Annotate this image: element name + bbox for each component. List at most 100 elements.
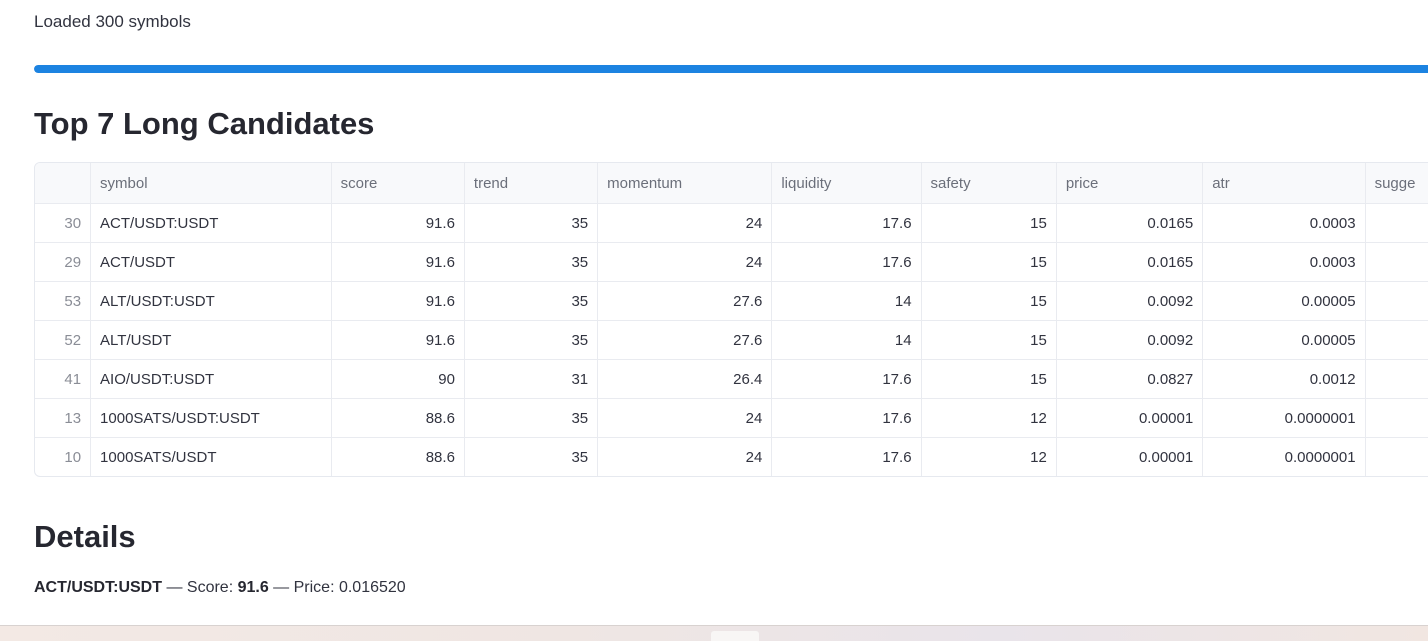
safety-cell[interactable]: 15 (921, 203, 1057, 243)
table-row[interactable]: 53 ALT/USDT:USDT 91.6 35 27.6 14 15 0.0092 0.000… (35, 281, 1428, 321)
row-index-cell[interactable]: 53 (35, 281, 92, 321)
safety-cell[interactable]: 12 (921, 437, 1057, 476)
price-cell[interactable]: 0.0165 (1056, 203, 1204, 243)
trend-cell[interactable]: 35 (464, 242, 599, 282)
safety-cell[interactable]: 15 (921, 320, 1057, 360)
table-row[interactable]: 41 AIO/USDT:USDT 90 31 26.4 17.6 15 0.0827 0.001… (35, 359, 1428, 399)
column-header-symbol[interactable]: symbol (90, 163, 332, 204)
candidates-table[interactable]: symbol score trend momentum liquidity sa… (34, 162, 1428, 477)
symbol-cell[interactable]: AIO/USDT:USDT (90, 359, 332, 399)
atr-cell[interactable]: 0.0003 (1202, 242, 1366, 282)
taskbar-button[interactable] (711, 631, 759, 641)
price-cell[interactable]: 0.0092 (1056, 281, 1204, 321)
details-score-label: — Score: (162, 579, 238, 596)
row-index-cell[interactable]: 29 (35, 242, 92, 282)
progress-bar (34, 65, 1428, 73)
trend-cell[interactable]: 31 (464, 359, 599, 399)
column-header-momentum[interactable]: momentum (597, 163, 773, 204)
momentum-cell[interactable]: 26.4 (597, 359, 773, 399)
sugge-cell[interactable] (1365, 281, 1428, 321)
details-score-value: 91.6 (237, 579, 269, 596)
trend-cell[interactable]: 35 (464, 320, 599, 360)
symbol-cell[interactable]: ACT/USDT:USDT (90, 203, 332, 243)
column-header-atr[interactable]: atr (1202, 163, 1366, 204)
symbol-cell[interactable]: ALT/USDT (90, 320, 332, 360)
column-header-price[interactable]: price (1056, 163, 1204, 204)
atr-cell[interactable]: 0.00005 (1202, 320, 1366, 360)
price-cell[interactable]: 0.0827 (1056, 359, 1204, 399)
score-cell[interactable]: 91.6 (331, 242, 465, 282)
atr-cell[interactable]: 0.0012 (1202, 359, 1366, 399)
momentum-cell[interactable]: 24 (597, 398, 773, 438)
table-header-row: symbol score trend momentum liquidity sa… (35, 163, 1428, 204)
price-cell[interactable]: 0.0092 (1056, 320, 1204, 360)
liquidity-cell[interactable]: 14 (771, 320, 922, 360)
column-header-liquidity[interactable]: liquidity (771, 163, 922, 204)
table-row[interactable]: 52 ALT/USDT 91.6 35 27.6 14 15 0.0092 0.00005 (35, 320, 1428, 360)
safety-cell[interactable]: 12 (921, 398, 1057, 438)
momentum-cell[interactable]: 27.6 (597, 320, 773, 360)
os-taskbar (0, 625, 1428, 641)
score-cell[interactable]: 88.6 (331, 437, 465, 476)
row-index-cell[interactable]: 10 (35, 437, 92, 476)
sugge-cell[interactable] (1365, 203, 1428, 243)
symbol-cell[interactable]: 1000SATS/USDT (90, 437, 332, 476)
column-header-safety[interactable]: safety (921, 163, 1057, 204)
loaded-status-text: Loaded 300 symbols (34, 12, 191, 31)
atr-cell[interactable]: 0.0003 (1202, 203, 1366, 243)
row-index-cell[interactable]: 41 (35, 359, 92, 399)
sugge-cell[interactable] (1365, 359, 1428, 399)
row-index-cell[interactable]: 30 (35, 203, 92, 243)
momentum-cell[interactable]: 24 (597, 242, 773, 282)
momentum-cell[interactable]: 24 (597, 437, 773, 476)
liquidity-cell[interactable]: 17.6 (771, 398, 922, 438)
trend-cell[interactable]: 35 (464, 281, 599, 321)
trend-cell[interactable]: 35 (464, 398, 599, 438)
table-row[interactable]: 10 1000SATS/USDT 88.6 35 24 17.6 12 0.00001 0.00… (35, 437, 1428, 476)
details-price-text: — Price: 0.016520 (268, 579, 406, 596)
details-heading: Details (34, 519, 136, 554)
symbol-cell[interactable]: ACT/USDT (90, 242, 332, 282)
score-cell[interactable]: 88.6 (331, 398, 465, 438)
safety-cell[interactable]: 15 (921, 359, 1057, 399)
table-row[interactable]: 30 ACT/USDT:USDT 91.6 35 24 17.6 15 0.0165 0.000… (35, 203, 1428, 243)
score-cell[interactable]: 90 (331, 359, 465, 399)
score-cell[interactable]: 91.6 (331, 281, 465, 321)
price-cell[interactable]: 0.00001 (1056, 398, 1204, 438)
row-index-cell[interactable]: 13 (35, 398, 92, 438)
safety-cell[interactable]: 15 (921, 242, 1057, 282)
liquidity-cell[interactable]: 14 (771, 281, 922, 321)
column-header-score[interactable]: score (331, 163, 465, 204)
price-cell[interactable]: 0.0165 (1056, 242, 1204, 282)
sugge-cell[interactable] (1365, 242, 1428, 282)
symbol-cell[interactable]: 1000SATS/USDT:USDT (90, 398, 332, 438)
price-cell[interactable]: 0.00001 (1056, 437, 1204, 476)
sugge-cell[interactable] (1365, 437, 1428, 476)
row-index-cell[interactable]: 52 (35, 320, 92, 360)
sugge-cell[interactable] (1365, 398, 1428, 438)
column-header-trend[interactable]: trend (464, 163, 599, 204)
liquidity-cell[interactable]: 17.6 (771, 242, 922, 282)
score-cell[interactable]: 91.6 (331, 320, 465, 360)
app-page: Loaded 300 symbols Top 7 Long Candidates (0, 0, 1428, 641)
safety-cell[interactable]: 15 (921, 281, 1057, 321)
symbol-cell[interactable]: ALT/USDT:USDT (90, 281, 332, 321)
score-cell[interactable]: 91.6 (331, 203, 465, 243)
details-summary: ACT/USDT:USDT — Score: 91.6 — Price: 0.0… (34, 579, 406, 597)
details-symbol: ACT/USDT:USDT (34, 579, 162, 596)
atr-cell[interactable]: 0.0000001 (1202, 437, 1366, 476)
trend-cell[interactable]: 35 (464, 203, 599, 243)
sugge-cell[interactable] (1365, 320, 1428, 360)
column-header-sugge[interactable]: sugge (1365, 163, 1428, 204)
liquidity-cell[interactable]: 17.6 (771, 437, 922, 476)
atr-cell[interactable]: 0.00005 (1202, 281, 1366, 321)
table-row[interactable]: 13 1000SATS/USDT:USDT 88.6 35 24 17.6 12 0.0000… (35, 398, 1428, 438)
liquidity-cell[interactable]: 17.6 (771, 359, 922, 399)
table-row[interactable]: 29 ACT/USDT 91.6 35 24 17.6 15 0.0165 0.0003 (35, 242, 1428, 282)
liquidity-cell[interactable]: 17.6 (771, 203, 922, 243)
trend-cell[interactable]: 35 (464, 437, 599, 476)
index-column-header[interactable] (35, 163, 92, 204)
atr-cell[interactable]: 0.0000001 (1202, 398, 1366, 438)
momentum-cell[interactable]: 24 (597, 203, 773, 243)
momentum-cell[interactable]: 27.6 (597, 281, 773, 321)
